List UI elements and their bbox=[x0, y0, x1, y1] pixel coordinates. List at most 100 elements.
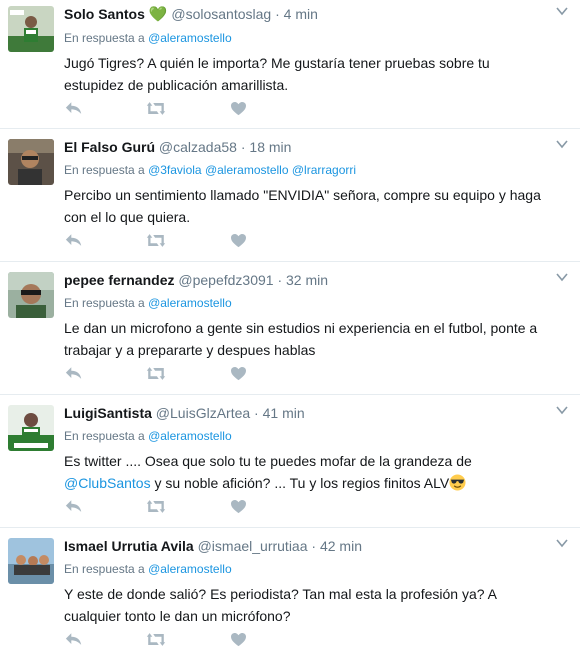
avatar[interactable] bbox=[8, 538, 54, 584]
reply-mention-link[interactable]: @aleramostello bbox=[148, 429, 232, 443]
retweet-button[interactable] bbox=[144, 629, 168, 649]
reply-icon bbox=[65, 366, 83, 381]
reply-mention-link[interactable]: @lrarragorri bbox=[292, 163, 356, 177]
reply-prefix: En respuesta a bbox=[64, 296, 145, 310]
tweet-header: Solo Santos 💚 @solosantoslag · 4 min bbox=[64, 0, 550, 24]
tweet-text: Percibo un sentimiento llamado "ENVIDIA"… bbox=[64, 187, 541, 225]
heart-icon bbox=[230, 101, 247, 116]
reply-icon bbox=[65, 101, 83, 116]
reply-icon bbox=[65, 632, 83, 647]
reply-icon bbox=[65, 233, 83, 248]
reply-button[interactable] bbox=[64, 629, 84, 649]
retweet-button[interactable] bbox=[144, 363, 168, 383]
tweet-actions bbox=[64, 496, 248, 516]
tweet-item[interactable]: pepee fernandez @pepefdz3091 · 32 min En… bbox=[0, 262, 580, 395]
caret-down-icon[interactable] bbox=[556, 139, 568, 149]
retweet-button[interactable] bbox=[144, 98, 168, 118]
sunglasses-emoji-icon bbox=[449, 474, 466, 491]
caret-down-icon[interactable] bbox=[556, 6, 568, 16]
reply-prefix: En respuesta a bbox=[64, 429, 145, 443]
reply-prefix: En respuesta a bbox=[64, 562, 145, 576]
like-button[interactable] bbox=[228, 98, 248, 118]
author-name[interactable]: El Falso Gurú bbox=[64, 139, 155, 155]
reply-context: En respuesta a @3faviola @aleramostello … bbox=[64, 162, 550, 178]
author-name[interactable]: Ismael Urrutia Avila bbox=[64, 538, 194, 554]
author-name[interactable]: Solo Santos bbox=[64, 6, 145, 22]
caret-down-icon[interactable] bbox=[556, 405, 568, 415]
separator-dot: · bbox=[254, 405, 259, 421]
tweet-header: Ismael Urrutia Avila @ismael_urrutiaa · … bbox=[64, 528, 550, 555]
heart-icon bbox=[230, 632, 247, 647]
tweet-item[interactable]: El Falso Gurú @calzada58 · 18 min En res… bbox=[0, 129, 580, 262]
retweet-button[interactable] bbox=[144, 496, 168, 516]
reply-icon bbox=[65, 499, 83, 514]
caret-down-icon[interactable] bbox=[556, 272, 568, 282]
tweet-text: Le dan un microfono a gente sin estudios… bbox=[64, 320, 538, 358]
like-button[interactable] bbox=[228, 629, 248, 649]
tweet-header: LuigiSantista @LuisGlzArtea · 41 min bbox=[64, 395, 550, 422]
author-handle[interactable]: @ismael_urrutiaa bbox=[198, 538, 308, 554]
reply-button[interactable] bbox=[64, 363, 84, 383]
reply-prefix: En respuesta a bbox=[64, 31, 145, 45]
author-handle[interactable]: @pepefdz3091 bbox=[178, 272, 273, 288]
tweet-header: pepee fernandez @pepefdz3091 · 32 min bbox=[64, 262, 550, 289]
tweet-text: Y este de donde salió? Es periodista? Ta… bbox=[64, 586, 497, 624]
reply-prefix: En respuesta a bbox=[64, 163, 145, 177]
reply-mention-link[interactable]: @aleramostello bbox=[148, 562, 232, 576]
tweet-item[interactable]: Solo Santos 💚 @solosantoslag · 4 min En … bbox=[0, 0, 580, 129]
tweet-actions bbox=[64, 230, 248, 250]
reply-mention-link[interactable]: @aleramostello bbox=[148, 31, 232, 45]
green-heart-badge: 💚 bbox=[148, 6, 168, 23]
reply-mention-link[interactable]: @aleramostello bbox=[205, 163, 289, 177]
tweet-item[interactable]: LuigiSantista @LuisGlzArtea · 41 min En … bbox=[0, 395, 580, 528]
author-handle[interactable]: @LuisGlzArtea bbox=[156, 405, 250, 421]
tweet-actions bbox=[64, 98, 248, 118]
retweet-icon bbox=[145, 632, 167, 647]
timestamp[interactable]: 18 min bbox=[249, 139, 291, 155]
reply-context: En respuesta a @aleramostello bbox=[64, 295, 550, 311]
retweet-icon bbox=[145, 233, 167, 248]
avatar[interactable] bbox=[8, 405, 54, 451]
retweet-icon bbox=[145, 101, 167, 116]
reply-context: En respuesta a @aleramostello bbox=[64, 561, 550, 577]
tweet-item[interactable]: Ismael Urrutia Avila @ismael_urrutiaa · … bbox=[0, 528, 580, 647]
reply-button[interactable] bbox=[64, 98, 84, 118]
hashtag-mention-link[interactable]: @ClubSantos bbox=[64, 475, 151, 491]
tweet-actions bbox=[64, 363, 248, 383]
tweet-text-part: Es twitter .... Osea que solo tu te pued… bbox=[64, 453, 472, 469]
tweet-text-part: y su noble afición? ... Tu y los regios … bbox=[154, 475, 450, 491]
reply-button[interactable] bbox=[64, 230, 84, 250]
timestamp[interactable]: 32 min bbox=[286, 272, 328, 288]
separator-dot: · bbox=[277, 272, 283, 288]
author-name[interactable]: pepee fernandez bbox=[64, 272, 174, 288]
retweet-button[interactable] bbox=[144, 230, 168, 250]
heart-icon bbox=[230, 366, 247, 381]
timestamp[interactable]: 4 min bbox=[284, 6, 318, 22]
retweet-icon bbox=[145, 499, 167, 514]
like-button[interactable] bbox=[228, 496, 248, 516]
like-button[interactable] bbox=[228, 230, 248, 250]
separator-dot: · bbox=[275, 6, 280, 22]
tweet-text: Jugó Tigres? A quién le importa? Me gust… bbox=[64, 55, 490, 93]
caret-down-icon[interactable] bbox=[556, 538, 568, 548]
separator-dot: · bbox=[240, 139, 246, 155]
like-button[interactable] bbox=[228, 363, 248, 383]
timestamp[interactable]: 42 min bbox=[320, 538, 362, 554]
retweet-icon bbox=[145, 366, 167, 381]
reply-mention-link[interactable]: @3faviola bbox=[148, 163, 202, 177]
separator-dot: · bbox=[311, 538, 317, 554]
reply-mention-link[interactable]: @aleramostello bbox=[148, 296, 232, 310]
avatar[interactable] bbox=[8, 272, 54, 318]
tweet-text: Es twitter .... Osea que solo tu te pued… bbox=[64, 450, 550, 494]
tweet-actions bbox=[64, 629, 248, 649]
author-name[interactable]: LuigiSantista bbox=[64, 405, 152, 421]
reply-button[interactable] bbox=[64, 496, 84, 516]
timestamp[interactable]: 41 min bbox=[263, 405, 305, 421]
reply-context: En respuesta a @aleramostello bbox=[64, 428, 550, 444]
avatar[interactable] bbox=[8, 6, 54, 52]
tweet-header: El Falso Gurú @calzada58 · 18 min bbox=[64, 129, 550, 156]
reply-context: En respuesta a @aleramostello bbox=[64, 30, 550, 46]
avatar[interactable] bbox=[8, 139, 54, 185]
author-handle[interactable]: @solosantoslag bbox=[171, 6, 271, 22]
author-handle[interactable]: @calzada58 bbox=[159, 139, 237, 155]
